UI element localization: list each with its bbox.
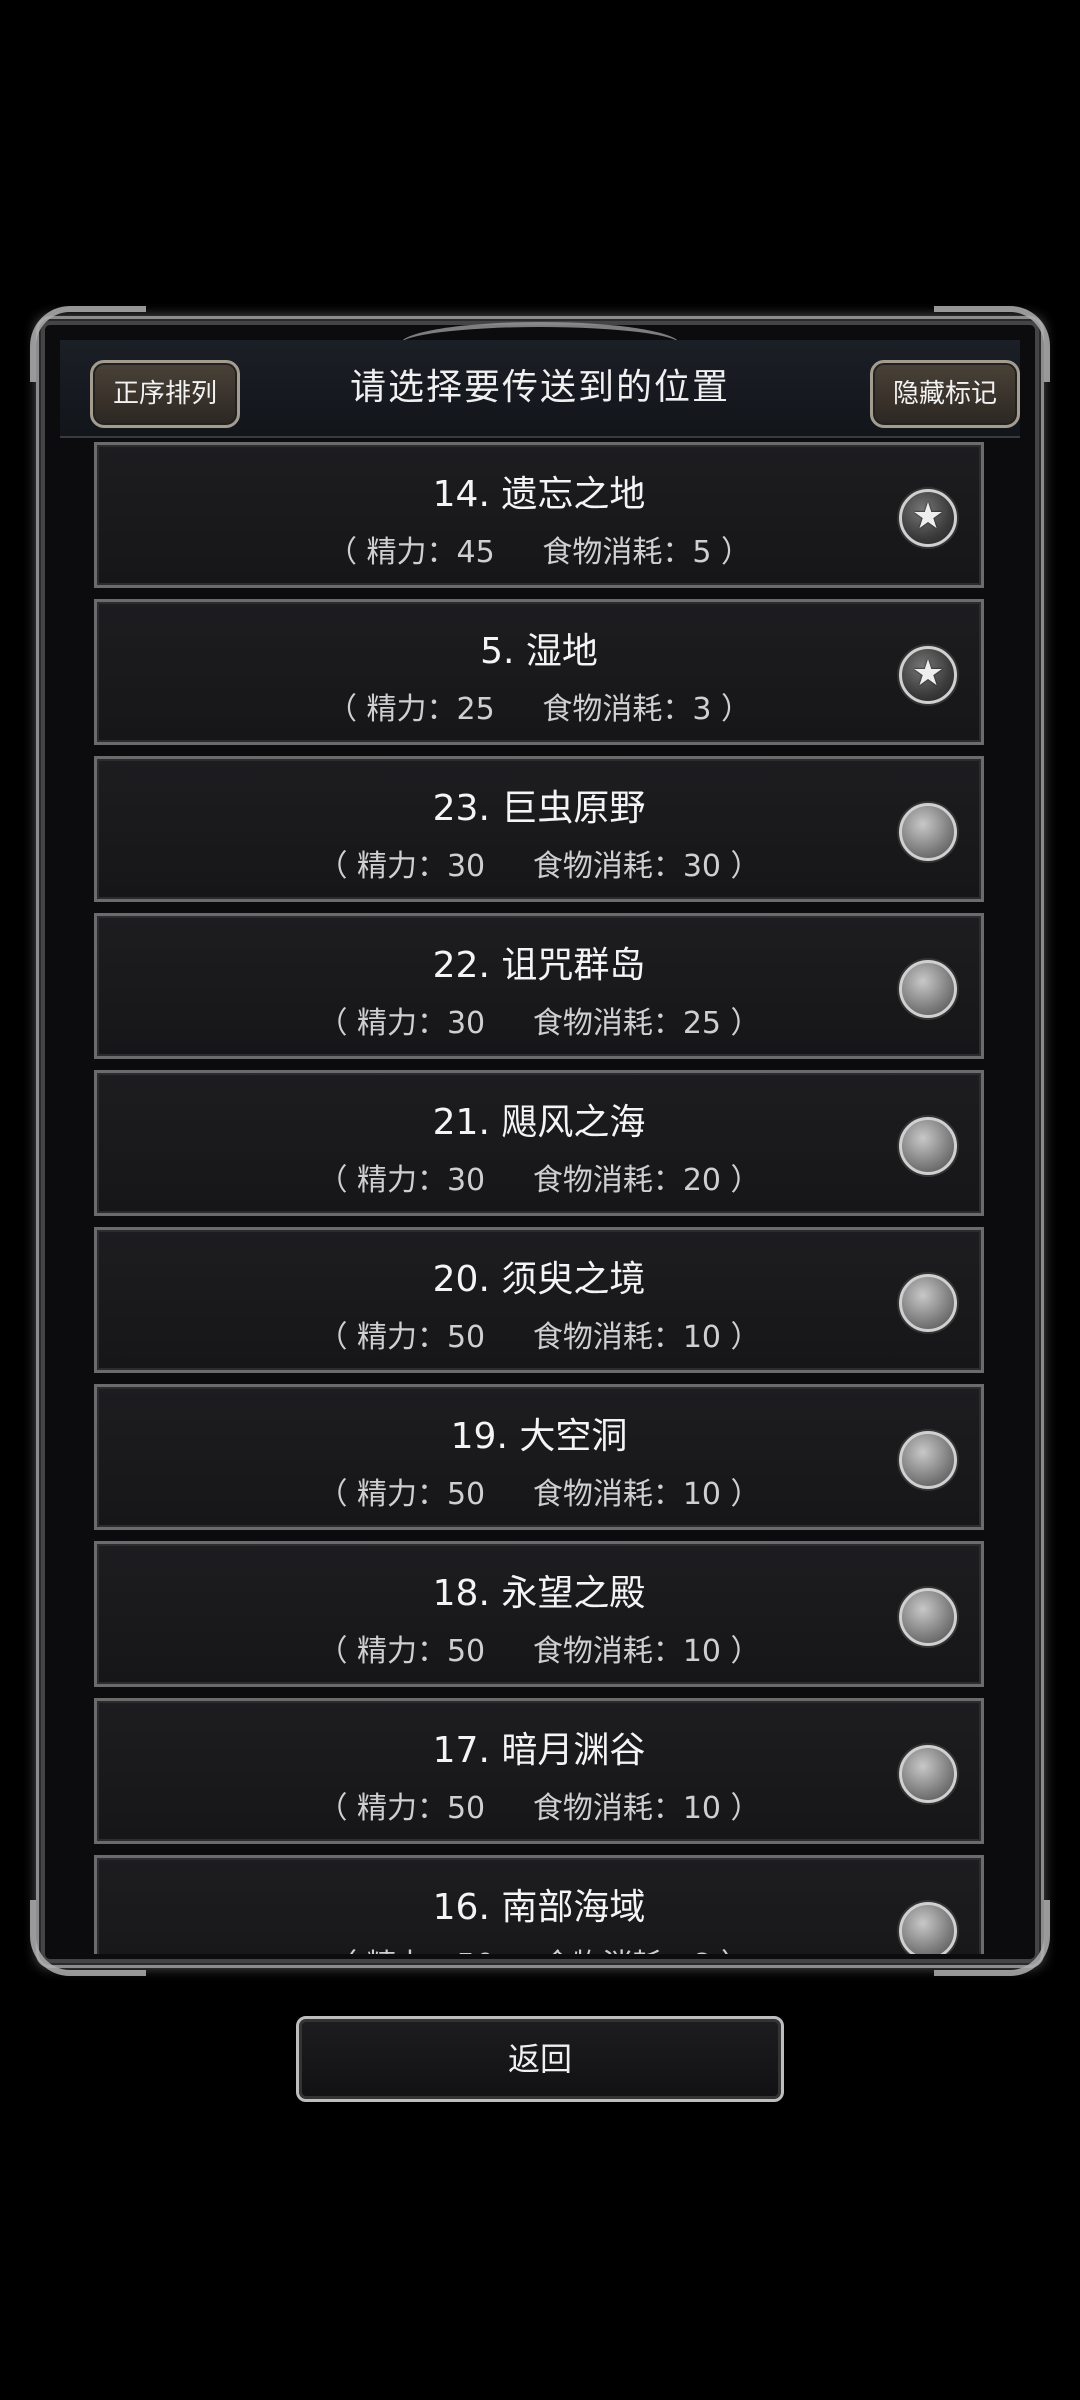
location-name: 23. 巨虫原野 bbox=[432, 788, 646, 829]
sort-order-button[interactable]: 正序排列 bbox=[90, 360, 241, 428]
location-item[interactable]: 17. 暗月渊谷 （ 精力：50 食物消耗：10 ） bbox=[94, 1698, 984, 1844]
location-stats: （ 精力：50 食物消耗：10 ） bbox=[317, 1477, 761, 1512]
circle-icon[interactable] bbox=[899, 803, 957, 861]
location-item[interactable]: 16. 南部海域 （ 精力：50 食物消耗：8 ） bbox=[94, 1855, 984, 1954]
location-name: 17. 暗月渊谷 bbox=[432, 1730, 646, 1771]
location-stats: （ 精力：50 食物消耗：10 ） bbox=[317, 1634, 761, 1669]
star-icon[interactable]: ★ bbox=[899, 489, 957, 547]
dialog-header: 请选择要传送到的位置 正序排列 隐藏标记 bbox=[60, 340, 1020, 438]
location-stats: （ 精力：50 食物消耗：10 ） bbox=[317, 1320, 761, 1355]
back-button[interactable]: 返回 bbox=[296, 2016, 784, 2102]
star-icon[interactable]: ★ bbox=[899, 646, 957, 704]
circle-icon[interactable] bbox=[899, 1431, 957, 1489]
location-item[interactable]: 20. 须臾之境 （ 精力：50 食物消耗：10 ） bbox=[94, 1227, 984, 1373]
hide-marks-button[interactable]: 隐藏标记 bbox=[869, 360, 1020, 428]
location-stats: （ 精力：25 食物消耗：3 ） bbox=[326, 692, 751, 727]
location-stats: （ 精力：45 食物消耗：5 ） bbox=[326, 535, 751, 570]
location-item[interactable]: 18. 永望之殿 （ 精力：50 食物消耗：10 ） bbox=[94, 1541, 984, 1687]
circle-icon[interactable] bbox=[899, 1745, 957, 1803]
location-name: 22. 诅咒群岛 bbox=[432, 945, 646, 986]
location-stats: （ 精力：30 食物消耗：30 ） bbox=[317, 849, 761, 884]
location-stats: （ 精力：30 食物消耗：25 ） bbox=[317, 1006, 761, 1041]
location-name: 20. 须臾之境 bbox=[432, 1259, 646, 1300]
location-name: 5. 湿地 bbox=[480, 631, 598, 672]
circle-icon[interactable] bbox=[899, 960, 957, 1018]
location-item[interactable]: 21. 飓风之海 （ 精力：30 食物消耗：20 ） bbox=[94, 1070, 984, 1216]
location-name: 16. 南部海域 bbox=[432, 1887, 646, 1928]
location-name: 14. 遗忘之地 bbox=[432, 474, 646, 515]
circle-icon[interactable] bbox=[899, 1902, 957, 1954]
location-item[interactable]: 19. 大空洞 （ 精力：50 食物消耗：10 ） bbox=[94, 1384, 984, 1530]
circle-icon[interactable] bbox=[899, 1117, 957, 1175]
location-stats: （ 精力：50 食物消耗：8 ） bbox=[97, 1940, 981, 1954]
location-item[interactable]: 14. 遗忘之地 （ 精力：45 食物消耗：5 ） ★ bbox=[94, 442, 984, 588]
location-item[interactable]: 23. 巨虫原野 （ 精力：30 食物消耗：30 ） bbox=[94, 756, 984, 902]
circle-icon[interactable] bbox=[899, 1274, 957, 1332]
location-item[interactable]: 5. 湿地 （ 精力：25 食物消耗：3 ） ★ bbox=[94, 599, 984, 745]
location-name: 19. 大空洞 bbox=[450, 1416, 628, 1457]
location-stats: （ 精力：50 食物消耗：10 ） bbox=[317, 1791, 761, 1826]
location-list[interactable]: 14. 遗忘之地 （ 精力：45 食物消耗：5 ） ★ 5. 湿地 （ 精力：2… bbox=[94, 442, 984, 1954]
location-stats: （ 精力：30 食物消耗：20 ） bbox=[317, 1163, 761, 1198]
location-name: 18. 永望之殿 bbox=[432, 1573, 646, 1614]
location-item[interactable]: 22. 诅咒群岛 （ 精力：30 食物消耗：25 ） bbox=[94, 913, 984, 1059]
circle-icon[interactable] bbox=[899, 1588, 957, 1646]
location-name: 21. 飓风之海 bbox=[432, 1102, 646, 1143]
